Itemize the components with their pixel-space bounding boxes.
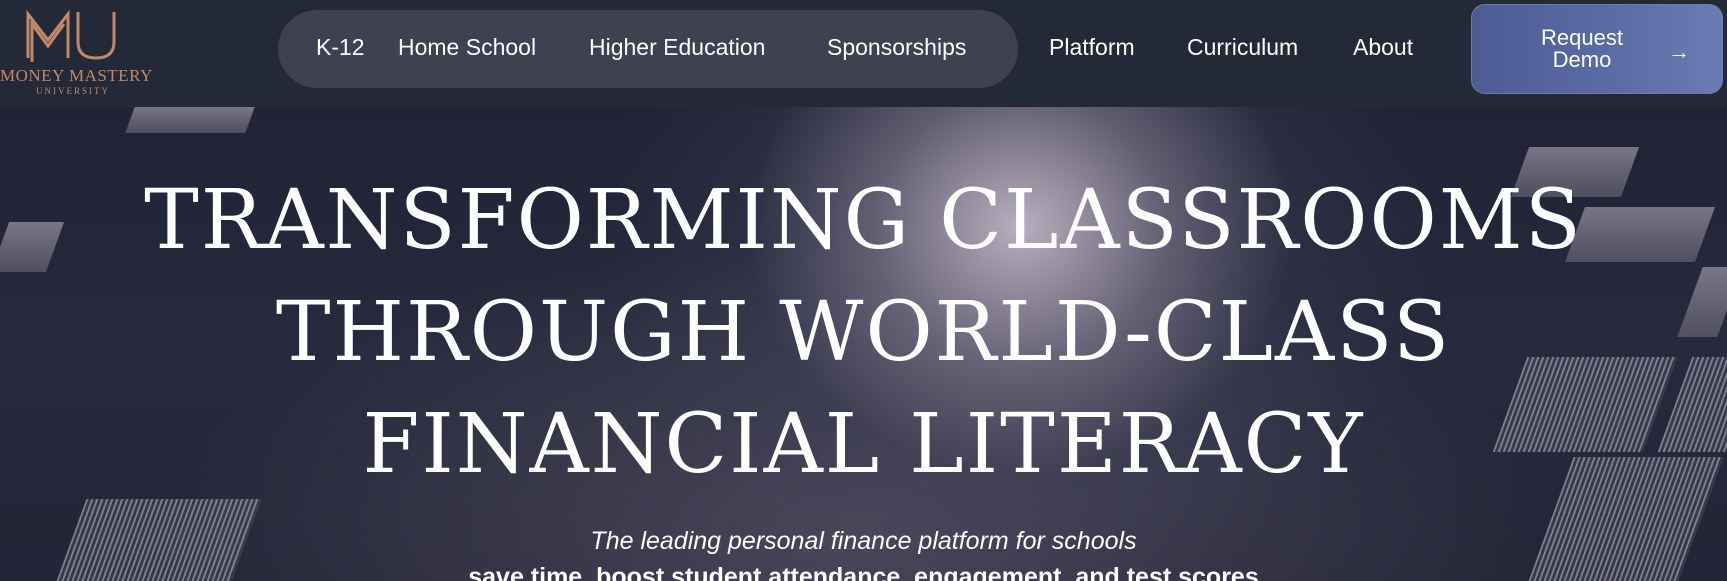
nav-higher-education[interactable]: Higher Education: [589, 34, 765, 61]
hero-headline: TRANSFORMING CLASSROOMS THROUGH WORLD-CL…: [0, 165, 1727, 501]
mu-monogram-icon: [26, 9, 116, 62]
decor-tile: [125, 107, 255, 133]
hero-section: TRANSFORMING CLASSROOMS THROUGH WORLD-CL…: [0, 107, 1727, 581]
headline-line: FINANCIAL LITERACY: [362, 397, 1365, 492]
nav-home-school[interactable]: Home School: [398, 34, 536, 61]
hero-tagline: save time, boost student attendance, eng…: [468, 563, 1259, 581]
arrow-right-icon: →: [1668, 39, 1690, 64]
nav-platform[interactable]: Platform: [1049, 34, 1135, 61]
site-header: MONEY MASTERY UNIVERSITY K-12 Home Schoo…: [0, 0, 1727, 107]
brand-logo[interactable]: MONEY MASTERY UNIVERSITY: [0, 6, 153, 96]
brand-sub: UNIVERSITY: [36, 86, 110, 96]
headline-line: TRANSFORMING CLASSROOMS: [144, 173, 1583, 268]
brand-name: MONEY MASTERY: [0, 66, 153, 85]
nav-k12[interactable]: K-12: [316, 34, 365, 61]
request-demo-button[interactable]: Request Demo →: [1471, 4, 1723, 94]
nav-curriculum[interactable]: Curriculum: [1187, 34, 1298, 61]
nav-about[interactable]: About: [1353, 34, 1413, 61]
nav-sponsorships[interactable]: Sponsorships: [827, 34, 966, 61]
headline-line: THROUGH WORLD-CLASS: [275, 285, 1452, 380]
hero-subtitle: The leading personal finance platform fo…: [590, 527, 1137, 555]
request-demo-label: Request Demo: [1541, 25, 1623, 72]
